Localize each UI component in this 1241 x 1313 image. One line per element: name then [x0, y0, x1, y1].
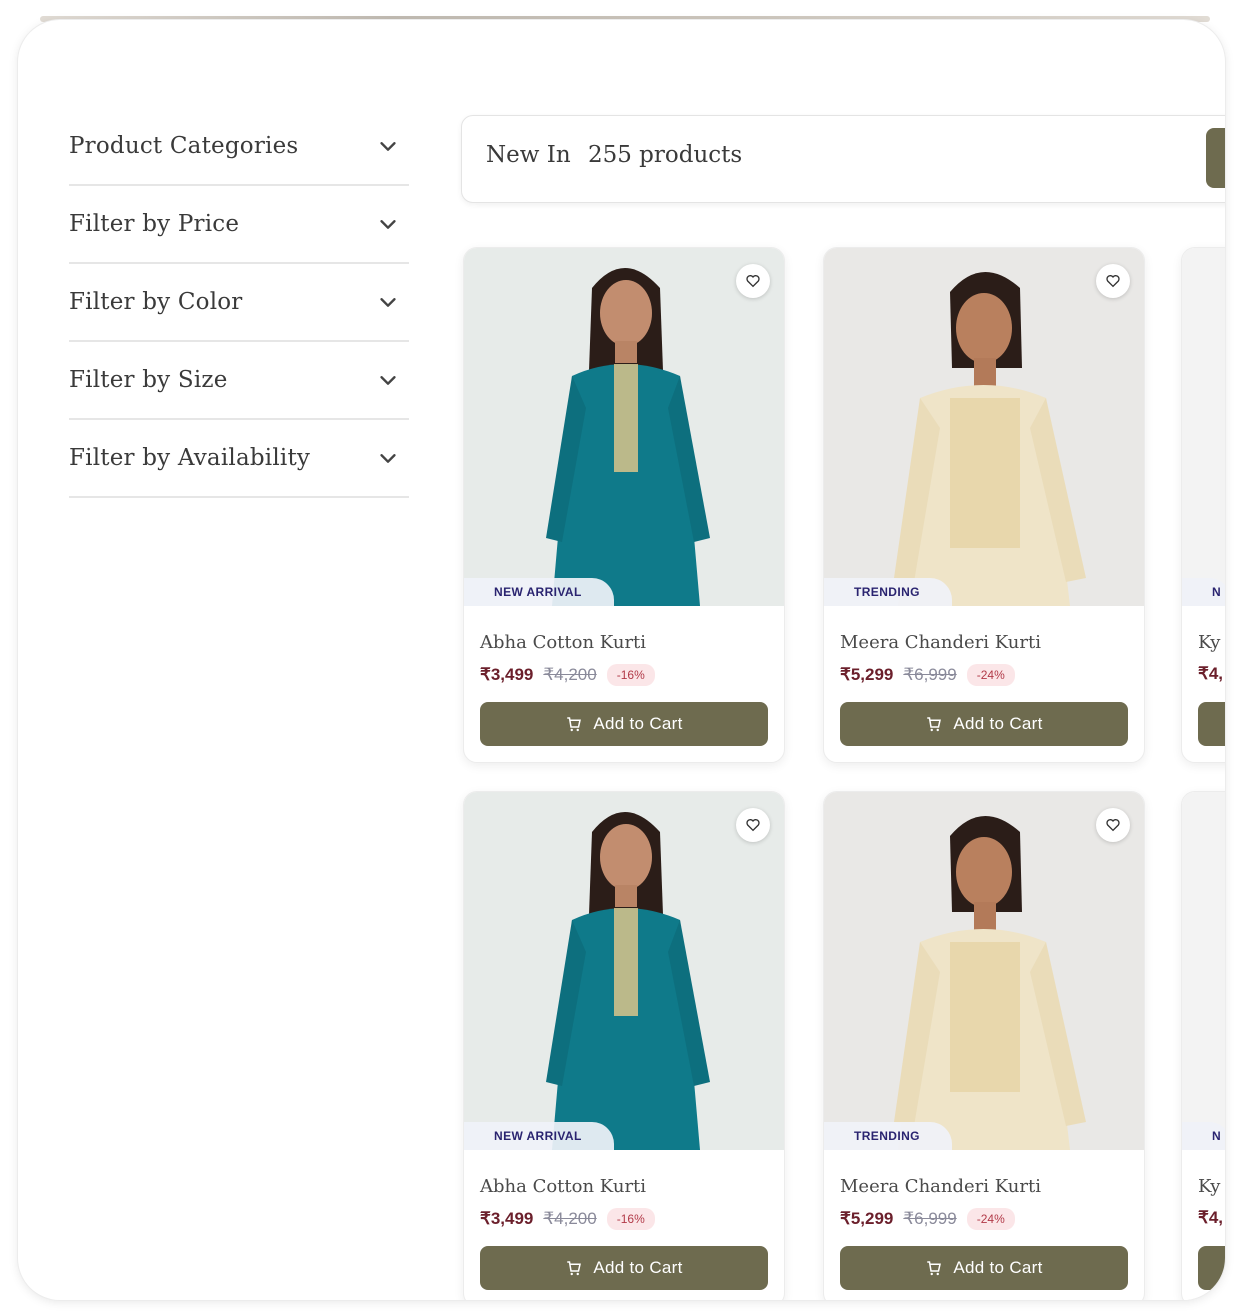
product-image[interactable]: N — [1182, 248, 1225, 606]
product-badge: NEW ARRIVAL — [464, 1122, 614, 1150]
add-to-cart-button[interactable]: Add to Cart — [840, 1246, 1128, 1290]
model-photo — [464, 792, 784, 1150]
wishlist-button[interactable] — [736, 808, 770, 842]
product-image[interactable]: NEW ARRIVAL — [464, 248, 784, 606]
filter-label: Filter by Availability — [69, 445, 311, 471]
model-photo — [464, 248, 784, 606]
product-name[interactable]: Ky — [1198, 1176, 1220, 1197]
heart-icon — [746, 819, 760, 832]
chevron-down-icon[interactable] — [377, 213, 399, 235]
product-name[interactable]: Abha Cotton Kurti — [480, 632, 646, 653]
price-row: ₹4, — [1198, 664, 1223, 684]
product-card[interactable]: TRENDING Meera Chanderi Kurti ₹5,299 ₹6,… — [823, 791, 1145, 1300]
page-title: New In 255 products — [486, 142, 742, 168]
add-to-cart-button[interactable] — [1198, 702, 1225, 746]
product-badge: NEW ARRIVAL — [464, 578, 614, 606]
heart-icon — [746, 275, 760, 288]
sale-price: ₹3,499 — [480, 665, 534, 684]
product-name[interactable]: Abha Cotton Kurti — [480, 1176, 646, 1197]
original-price: ₹4,200 — [543, 665, 597, 684]
product-card[interactable]: TRENDING Meera Chanderi Kurti ₹5,299 ₹6,… — [823, 247, 1145, 763]
product-name[interactable]: Meera Chanderi Kurti — [840, 632, 1041, 653]
model-photo — [1182, 248, 1225, 606]
sale-price: ₹5,299 — [840, 1209, 894, 1228]
add-to-cart-button[interactable]: Add to Cart — [480, 702, 768, 746]
filter-sidebar: Product Categories Filter by Price Filte… — [69, 108, 409, 498]
product-image[interactable]: NEW ARRIVAL — [464, 792, 784, 1150]
filter-label: Filter by Color — [69, 289, 243, 315]
product-card[interactable]: NEW ARRIVAL Abha Cotton Kurti ₹3,499 ₹4,… — [463, 247, 785, 763]
product-badge: N — [1182, 1122, 1225, 1150]
price-row: ₹3,499 ₹4,200 -16% — [480, 664, 655, 686]
add-to-cart-label: Add to Cart — [593, 714, 683, 733]
filter-label: Filter by Size — [69, 367, 228, 393]
product-name[interactable]: Meera Chanderi Kurti — [840, 1176, 1041, 1197]
chevron-down-icon[interactable] — [377, 291, 399, 313]
product-badge: TRENDING — [824, 1122, 952, 1150]
filter-label: Filter by Price — [69, 211, 240, 237]
sale-price: ₹5,299 — [840, 665, 894, 684]
add-to-cart-label: Add to Cart — [593, 1258, 683, 1277]
collection-header-bar: New In 255 products — [461, 115, 1225, 203]
product-badge: TRENDING — [824, 578, 952, 606]
product-image[interactable]: TRENDING — [824, 792, 1144, 1150]
collection-title: New In — [486, 142, 571, 168]
chevron-down-icon[interactable] — [377, 135, 399, 157]
discount-badge: -24% — [966, 664, 1015, 686]
product-card[interactable]: N Ky ₹4, — [1181, 791, 1225, 1300]
original-price: ₹6,999 — [903, 665, 957, 684]
product-badge: N — [1182, 578, 1225, 606]
model-photo — [824, 792, 1144, 1150]
model-photo — [1182, 792, 1225, 1150]
price-row: ₹5,299 ₹6,999 -24% — [840, 1208, 1015, 1230]
price-row: ₹5,299 ₹6,999 -24% — [840, 664, 1015, 686]
heart-icon — [1106, 819, 1120, 832]
product-card[interactable]: NEW ARRIVAL Abha Cotton Kurti ₹3,499 ₹4,… — [463, 791, 785, 1300]
product-card[interactable]: N Ky ₹4, — [1181, 247, 1225, 763]
cart-icon — [927, 717, 942, 732]
original-price: ₹4,200 — [543, 1209, 597, 1228]
filter-availability[interactable]: Filter by Availability — [69, 420, 409, 498]
filter-label: Product Categories — [69, 133, 299, 159]
product-image[interactable]: N — [1182, 792, 1225, 1150]
product-name[interactable]: Ky — [1198, 632, 1220, 653]
original-price: ₹6,999 — [903, 1209, 957, 1228]
sale-price: ₹3,499 — [480, 1209, 534, 1228]
add-to-cart-label: Add to Cart — [953, 714, 1043, 733]
filter-color[interactable]: Filter by Color — [69, 264, 409, 342]
wishlist-button[interactable] — [736, 264, 770, 298]
add-to-cart-button[interactable]: Add to Cart — [480, 1246, 768, 1290]
cart-icon — [927, 1261, 942, 1276]
discount-badge: -16% — [606, 1208, 655, 1230]
price-row: ₹4, — [1198, 1208, 1223, 1228]
add-to-cart-button[interactable] — [1198, 1246, 1225, 1290]
add-to-cart-label: Add to Cart — [953, 1258, 1043, 1277]
add-to-cart-button[interactable]: Add to Cart — [840, 702, 1128, 746]
chevron-down-icon[interactable] — [377, 447, 399, 469]
product-count: 255 products — [587, 142, 743, 168]
cart-icon — [567, 717, 582, 732]
cart-icon — [567, 1261, 582, 1276]
discount-badge: -16% — [606, 664, 655, 686]
sale-price: ₹4, — [1198, 664, 1223, 683]
filter-product-categories[interactable]: Product Categories — [69, 108, 409, 186]
heart-icon — [1106, 275, 1120, 288]
price-row: ₹3,499 ₹4,200 -16% — [480, 1208, 655, 1230]
chevron-down-icon[interactable] — [377, 369, 399, 391]
filter-size[interactable]: Filter by Size — [69, 342, 409, 420]
product-image[interactable]: TRENDING — [824, 248, 1144, 606]
model-photo — [824, 248, 1144, 606]
sort-button[interactable] — [1206, 128, 1225, 188]
filter-price[interactable]: Filter by Price — [69, 186, 409, 264]
wishlist-button[interactable] — [1096, 264, 1130, 298]
discount-badge: -24% — [966, 1208, 1015, 1230]
sale-price: ₹4, — [1198, 1208, 1223, 1227]
app-window: Product Categories Filter by Price Filte… — [18, 20, 1225, 1300]
wishlist-button[interactable] — [1096, 808, 1130, 842]
